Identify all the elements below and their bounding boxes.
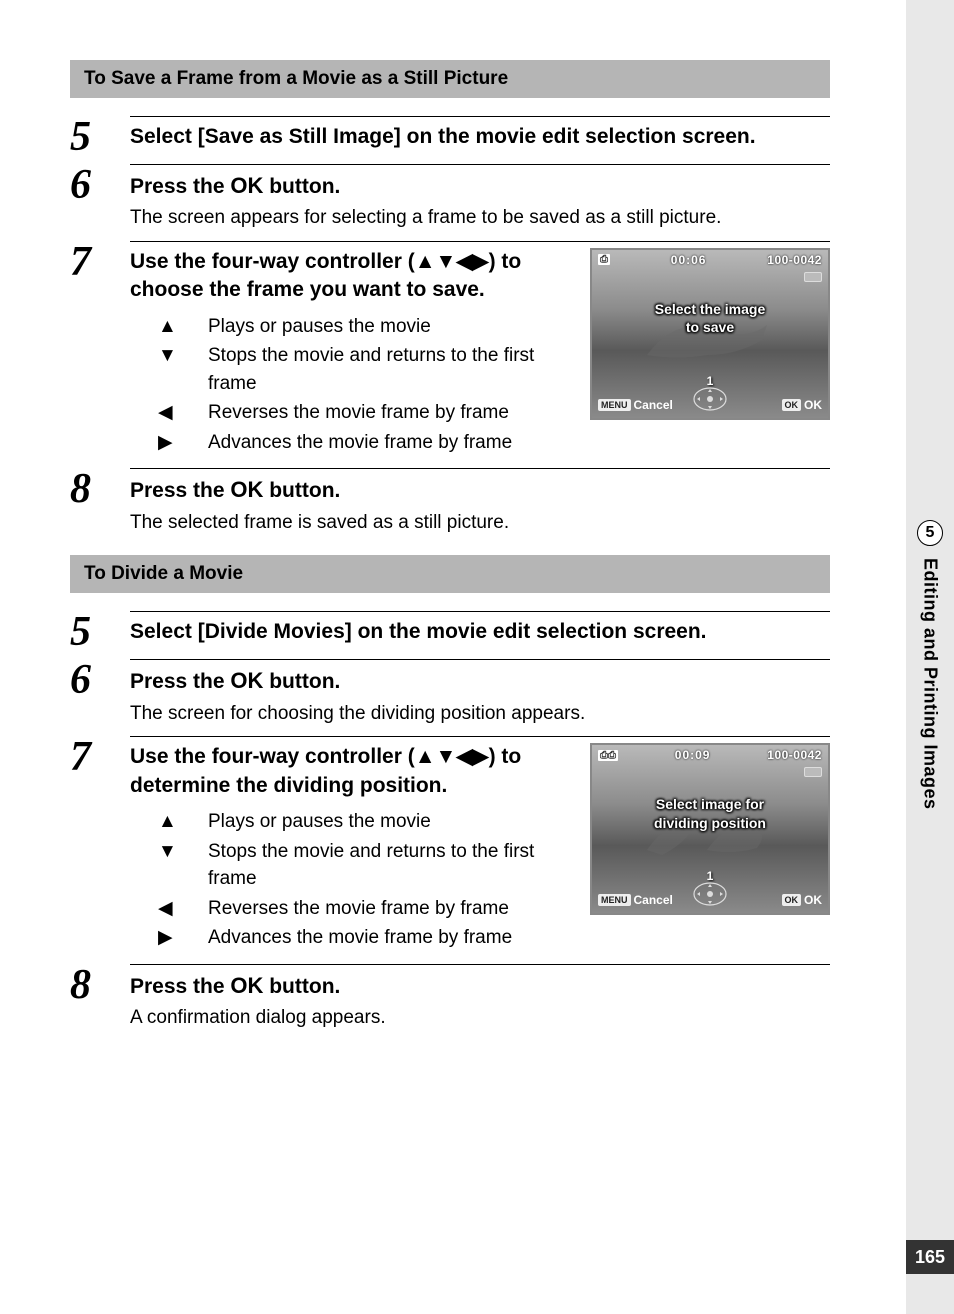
page-content: To Save a Frame from a Movie as a Still … bbox=[0, 0, 890, 1081]
step-number: 6 bbox=[70, 659, 130, 726]
step-title: Press the OK button. bbox=[130, 475, 830, 505]
section-header-save-frame: To Save a Frame from a Movie as a Still … bbox=[70, 60, 830, 98]
step-number: 7 bbox=[70, 736, 130, 953]
arrow-left-icon: ◀ bbox=[158, 895, 208, 923]
step-desc: The screen appears for selecting a frame… bbox=[130, 205, 830, 231]
cancel-label: Cancel bbox=[634, 893, 673, 907]
step-6a: 6 Press the OK button. The screen appear… bbox=[70, 164, 830, 231]
step-number: 5 bbox=[70, 611, 130, 649]
ctrl-text: Advances the movie frame by frame bbox=[208, 429, 512, 457]
mode-icon: ⎙ bbox=[598, 254, 610, 265]
step-number: 7 bbox=[70, 241, 130, 458]
lcd-ok: OK OK bbox=[782, 893, 823, 907]
step-8b: 8 Press the OK button. A confirmation di… bbox=[70, 964, 830, 1031]
step-desc: The selected frame is saved as a still p… bbox=[130, 510, 830, 536]
lcd-file-number: 100-0042 bbox=[767, 748, 822, 762]
chapter-title: Editing and Printing Images bbox=[920, 558, 941, 810]
ok-tag: OK bbox=[782, 894, 802, 906]
arrow-right-icon: ▶ bbox=[158, 924, 208, 952]
step-number: 6 bbox=[70, 164, 130, 231]
title-post: button. bbox=[263, 975, 340, 998]
ok-label: OK bbox=[804, 893, 822, 907]
side-tab: 5 Editing and Printing Images bbox=[906, 520, 954, 810]
arrow-right-icon: ▶ bbox=[158, 429, 208, 457]
title-post: button. bbox=[263, 670, 340, 693]
lcd-timer: 00:09 bbox=[675, 748, 711, 762]
step-desc: A confirmation dialog appears. bbox=[130, 1005, 830, 1031]
step-number: 8 bbox=[70, 468, 130, 535]
ctrl-text: Stops the movie and returns to the first… bbox=[208, 838, 572, 893]
section-header-divide: To Divide a Movie bbox=[70, 555, 830, 593]
title-pre: Press the bbox=[130, 670, 230, 693]
step-8a: 8 Press the OK button. The selected fram… bbox=[70, 468, 830, 535]
controller-list: ▲Plays or pauses the movie ▼Stops the mo… bbox=[130, 808, 572, 952]
menu-tag: MENU bbox=[598, 399, 631, 411]
lcd-preview-divide: ⎙⎙ 00:09 100-0042 Select image for divid… bbox=[590, 743, 830, 915]
step-7b: 7 Use the four-way controller (▲▼◀▶) to … bbox=[70, 736, 830, 953]
arrow-down-icon: ▼ bbox=[158, 342, 208, 397]
step-title: Use the four-way controller (▲▼◀▶) to ch… bbox=[130, 248, 572, 305]
step-title: Press the OK button. bbox=[130, 666, 830, 696]
lcd-ok: OK OK bbox=[782, 398, 823, 412]
ok-tag: OK bbox=[782, 399, 802, 411]
lcd-timer: 00:06 bbox=[671, 253, 707, 267]
step-title: Select [Divide Movies] on the movie edit… bbox=[130, 618, 830, 646]
lcd-cancel: MENU Cancel bbox=[598, 893, 673, 907]
chapter-number: 5 bbox=[917, 520, 943, 546]
cancel-label: Cancel bbox=[634, 398, 673, 412]
lcd-preview-save: ⎙ 00:06 100-0042 Select the image to sav… bbox=[590, 248, 830, 420]
lcd-msg-line1: Select image for bbox=[592, 795, 828, 813]
step-desc: The screen for choosing the dividing pos… bbox=[130, 701, 830, 727]
arrow-up-icon: ▲ bbox=[158, 808, 208, 836]
title-post: button. bbox=[263, 479, 340, 502]
lcd-cancel: MENU Cancel bbox=[598, 398, 673, 412]
ok-label: OK bbox=[230, 973, 263, 998]
arrow-down-icon: ▼ bbox=[158, 838, 208, 893]
step-number: 8 bbox=[70, 964, 130, 1031]
ok-label: OK bbox=[230, 477, 263, 502]
lcd-message: Select the image to save bbox=[592, 300, 828, 336]
title-pre: Press the bbox=[130, 175, 230, 198]
battery-icon bbox=[804, 272, 822, 282]
menu-tag: MENU bbox=[598, 894, 631, 906]
arrow-left-icon: ◀ bbox=[158, 399, 208, 427]
title-pre: Press the bbox=[130, 975, 230, 998]
ctrl-text: Stops the movie and returns to the first… bbox=[208, 342, 572, 397]
four-way-pad-icon bbox=[692, 881, 728, 907]
lcd-msg-line1: Select the image bbox=[592, 300, 828, 318]
step-title: Press the OK button. bbox=[130, 971, 830, 1001]
ctrl-text: Reverses the movie frame by frame bbox=[208, 399, 509, 427]
controller-list: ▲Plays or pauses the movie ▼Stops the mo… bbox=[130, 313, 572, 457]
ctrl-text: Plays or pauses the movie bbox=[208, 808, 431, 836]
ctrl-text: Plays or pauses the movie bbox=[208, 313, 431, 341]
lcd-message: Select image for dividing position bbox=[592, 795, 828, 831]
ok-label: OK bbox=[804, 398, 822, 412]
ctrl-text: Advances the movie frame by frame bbox=[208, 924, 512, 952]
title-pre: Press the bbox=[130, 479, 230, 502]
step-7a: 7 Use the four-way controller (▲▼◀▶) to … bbox=[70, 241, 830, 458]
step-6b: 6 Press the OK button. The screen for ch… bbox=[70, 659, 830, 726]
step-title: Use the four-way controller (▲▼◀▶) to de… bbox=[130, 743, 572, 800]
lcd-msg-line2: to save bbox=[592, 318, 828, 336]
ctrl-text: Reverses the movie frame by frame bbox=[208, 895, 509, 923]
battery-icon bbox=[804, 767, 822, 777]
lcd-msg-line2: dividing position bbox=[592, 814, 828, 832]
page-number: 165 bbox=[906, 1240, 954, 1274]
lcd-file-number: 100-0042 bbox=[767, 253, 822, 267]
step-number: 5 bbox=[70, 116, 130, 154]
four-way-pad-icon bbox=[692, 386, 728, 412]
title-post: button. bbox=[263, 175, 340, 198]
mode-icon: ⎙⎙ bbox=[598, 750, 618, 761]
arrow-up-icon: ▲ bbox=[158, 313, 208, 341]
step-5b: 5 Select [Divide Movies] on the movie ed… bbox=[70, 611, 830, 649]
step-title: Press the OK button. bbox=[130, 171, 830, 201]
step-5a: 5 Select [Save as Still Image] on the mo… bbox=[70, 116, 830, 154]
step-title: Select [Save as Still Image] on the movi… bbox=[130, 123, 830, 151]
ok-label: OK bbox=[230, 173, 263, 198]
ok-label: OK bbox=[230, 668, 263, 693]
